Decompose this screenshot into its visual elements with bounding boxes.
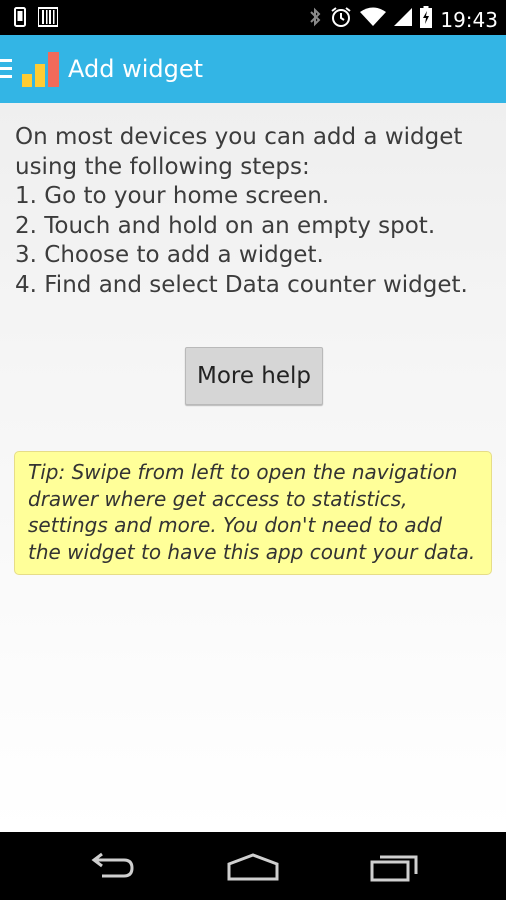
wifi-icon	[360, 7, 387, 32]
main-content: On most devices you can add a widget usi…	[0, 103, 506, 832]
recents-icon[interactable]	[370, 852, 420, 887]
bluetooth-icon	[308, 6, 322, 33]
app-logo-icon[interactable]	[22, 52, 60, 88]
page-title: Add widget	[68, 55, 204, 83]
menu-icon[interactable]	[0, 59, 14, 79]
navigation-bar	[0, 832, 506, 900]
battery-charging-icon	[420, 6, 433, 33]
instruction-step-3: 3. Choose to add a widget.	[15, 242, 324, 268]
action-bar: Add widget	[0, 35, 506, 103]
barcode-icon	[37, 7, 59, 32]
phone-icon	[14, 7, 26, 32]
status-bar: 19:43	[0, 0, 506, 35]
instruction-line: using the following steps:	[15, 153, 310, 180]
instruction-step-1: 1. Go to your home screen.	[15, 183, 330, 209]
instruction-line: On most devices you can add a widget	[15, 124, 463, 150]
status-bar-right: 19:43	[308, 6, 498, 33]
alarm-icon	[330, 6, 352, 33]
home-icon[interactable]	[226, 852, 280, 887]
instruction-step-4: 4. Find and select Data counter widget.	[15, 271, 468, 298]
tip-box: Tip: Swipe from left to open the navigat…	[14, 451, 492, 575]
back-icon[interactable]	[88, 852, 136, 887]
more-help-button[interactable]: More help	[185, 347, 323, 405]
instructions-text: On most devices you can add a widget usi…	[15, 123, 495, 300]
status-bar-left	[14, 7, 59, 32]
signal-icon	[394, 7, 413, 32]
status-time: 19:43	[440, 7, 498, 32]
instruction-step-2: 2. Touch and hold on an empty spot.	[15, 212, 436, 239]
